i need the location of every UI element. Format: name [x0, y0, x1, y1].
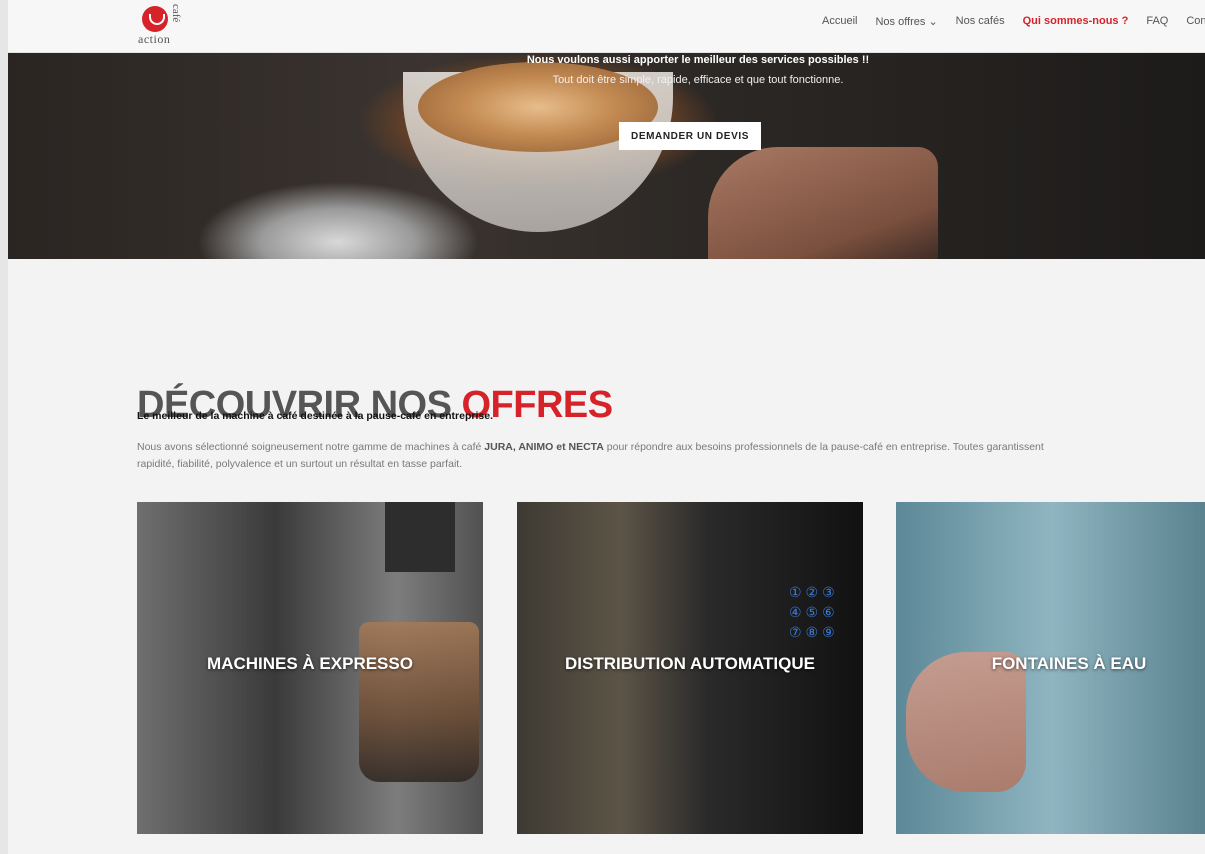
nav-item-faq[interactable]: FAQ — [1137, 15, 1177, 28]
nav-item-nos-offres[interactable]: Nos offres ⌄ — [866, 15, 946, 28]
request-quote-button[interactable]: DEMANDER UN DEVIS — [619, 122, 761, 150]
site-logo[interactable]: café action — [138, 4, 188, 48]
cup-logo-icon — [142, 6, 168, 32]
offer-card-label: MACHINES À EXPRESSO — [207, 654, 413, 673]
espresso-glass-image — [359, 622, 479, 782]
nav-item-contact[interactable]: Cont — [1177, 15, 1205, 28]
offer-card-expresso[interactable]: MACHINES À EXPRESSO — [137, 502, 483, 834]
top-navigation: café action Accueil Nos offres ⌄ Nos caf… — [8, 0, 1205, 53]
hero-banner: Nous voulons aussi apporter le meilleur … — [8, 52, 1205, 259]
coffee-machine-spout-image — [385, 502, 455, 572]
offer-card-label: DISTRIBUTION AUTOMATIQUE — [565, 654, 815, 673]
desc-text-before: Nous avons sélectionné soigneusement not… — [137, 440, 485, 453]
nav-item-accueil[interactable]: Accueil — [813, 15, 866, 28]
desc-brands: JURA, ANIMO et NECTA — [484, 440, 604, 453]
vending-keypad-image: ①②③ ④⑤⑥ ⑦⑧⑨ — [789, 584, 839, 640]
offer-card-label: FONTAINES À EAU — [991, 654, 1147, 673]
main-menu: Accueil Nos offres ⌄ Nos cafés Qui somme… — [813, 15, 1205, 28]
offer-card-distribution[interactable]: ①②③ ④⑤⑥ ⑦⑧⑨ DISTRIBUTION AUTOMATIQUE — [517, 502, 863, 834]
window-frame — [0, 0, 8, 854]
hero-subline: Tout doit être simple, rapide, efficace … — [552, 74, 844, 86]
offer-card-fontaines[interactable]: FONTAINES À EAU — [896, 502, 1205, 834]
offers-subheading: Le meilleur de la machine à café destiné… — [137, 410, 493, 422]
nav-item-qui-sommes-nous[interactable]: Qui sommes-nous ? — [1014, 15, 1138, 28]
hero-hand-image — [708, 147, 938, 259]
nav-item-nos-cafes[interactable]: Nos cafés — [947, 15, 1014, 28]
hero-headline: Nous voulons aussi apporter le meilleur … — [526, 54, 870, 66]
logo-side-text: café — [170, 4, 182, 23]
offers-description: Nous avons sélectionné soigneusement not… — [137, 439, 1057, 473]
logo-word-text: action — [138, 32, 171, 46]
